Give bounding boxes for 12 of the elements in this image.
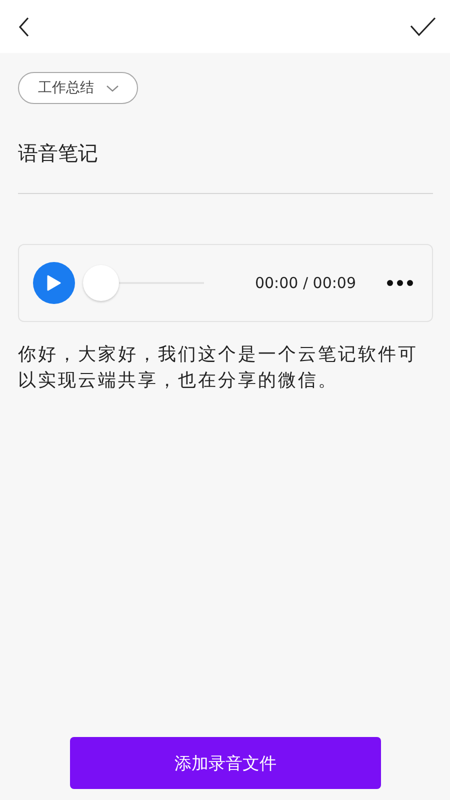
add-recording-button[interactable]: 添加录音文件 xyxy=(70,737,381,789)
play-icon xyxy=(47,275,61,291)
note-title: 语音笔记 xyxy=(18,140,99,167)
playback-time: 00:00 / 00:09 xyxy=(254,274,356,292)
slider-thumb[interactable] xyxy=(83,265,119,301)
back-icon[interactable] xyxy=(18,16,30,36)
more-icon[interactable] xyxy=(386,279,414,287)
transcript-text: 你好，大家好，我们这个是一个云笔记软件可以实现云端共享，也在分享的微信。 xyxy=(18,343,419,393)
check-icon[interactable] xyxy=(410,16,436,36)
category-dropdown[interactable]: 工作总结 xyxy=(18,72,138,104)
chevron-down-icon xyxy=(106,84,119,92)
play-button[interactable] xyxy=(33,262,75,304)
